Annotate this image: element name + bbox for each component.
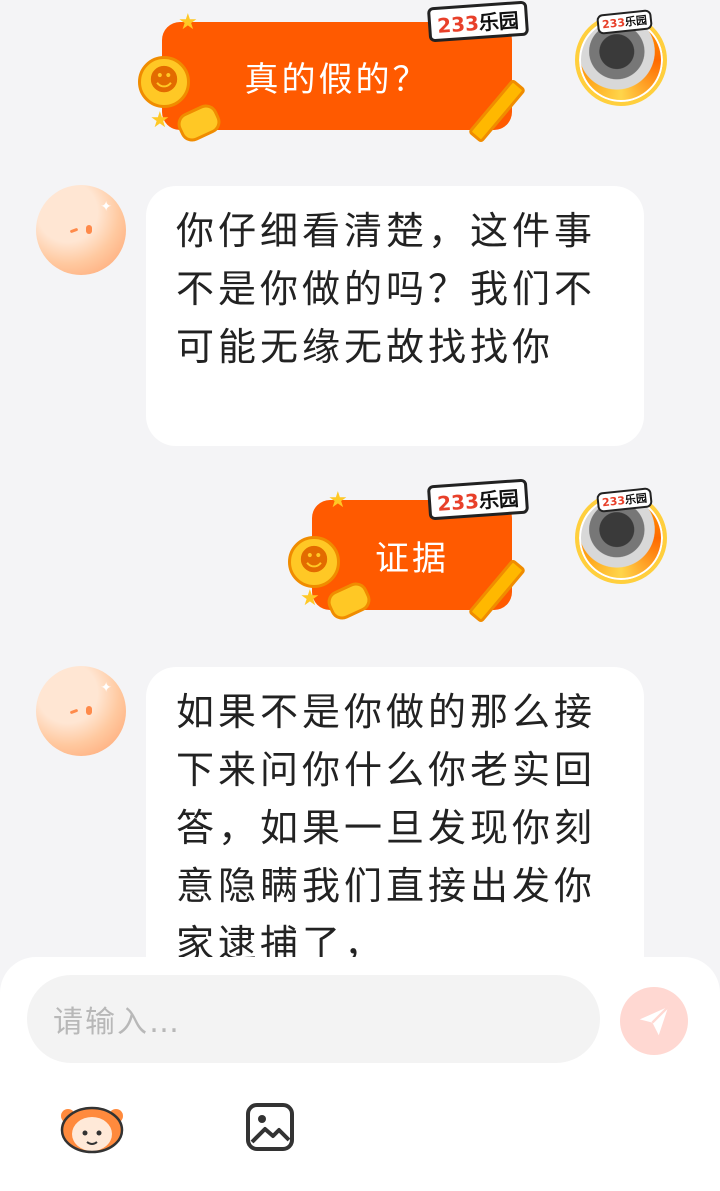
- user-avatar[interactable]: 233乐园: [575, 9, 667, 106]
- sparkle-icon: ✦: [100, 680, 112, 696]
- user-message-sticker: 证据 233乐园 ☻ ★ ★: [288, 478, 538, 640]
- input-bar: 请输入…: [0, 957, 720, 1191]
- user-message-text: 真的假的？: [244, 59, 430, 100]
- send-button[interactable]: [620, 987, 688, 1055]
- smiley-icon: ☻: [138, 56, 190, 108]
- star-icon: ★: [178, 10, 198, 35]
- user-message-sticker: 真的假的？ 233乐园 ☻ ★ ★: [138, 0, 538, 160]
- sparkle-icon: ✦: [100, 199, 112, 215]
- brand-tag: 233乐园: [596, 9, 653, 35]
- input-placeholder: 请输入…: [53, 1005, 181, 1040]
- assistant-message-bubble: 如果不是你做的那么接下来问你什么你老实回答，如果一旦发现你刻意隐瞒我们直接出发你…: [146, 667, 644, 997]
- star-icon: ★: [328, 488, 348, 513]
- message-input[interactable]: 请输入…: [27, 975, 600, 1063]
- emoji-sticker-button[interactable]: [58, 1100, 126, 1156]
- image-button[interactable]: [245, 1102, 295, 1152]
- star-icon: ★: [300, 586, 320, 611]
- character-face-icon: [60, 1106, 124, 1154]
- smiley-icon: ☻: [288, 536, 340, 588]
- brand-badge: 233乐园: [426, 478, 529, 521]
- user-avatar[interactable]: 233乐园: [575, 487, 667, 584]
- assistant-message-text: 如果不是你做的那么接下来问你什么你老实回答，如果一旦发现你刻意隐瞒我们直接出发你…: [176, 690, 597, 966]
- user-message-text: 证据: [375, 538, 449, 579]
- assistant-avatar[interactable]: ✦: [36, 185, 126, 275]
- image-icon: [246, 1103, 294, 1151]
- brand-tag: 233乐园: [596, 487, 653, 513]
- assistant-avatar[interactable]: ✦: [36, 666, 126, 756]
- send-icon: [639, 1005, 670, 1036]
- brand-badge: 233乐园: [426, 0, 529, 43]
- assistant-message-text: 你仔细看清楚，这件事不是你做的吗？我们不可能无缘无故找找你: [176, 209, 597, 369]
- star-icon: ★: [150, 108, 170, 133]
- assistant-message-bubble: 你仔细看清楚，这件事不是你做的吗？我们不可能无缘无故找找你: [146, 186, 644, 446]
